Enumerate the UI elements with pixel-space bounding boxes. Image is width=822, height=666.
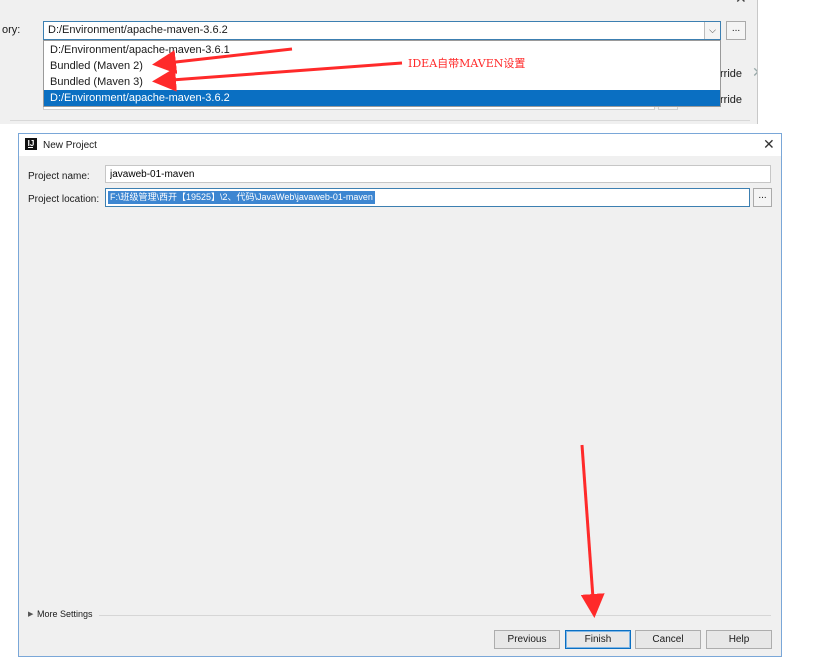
intellij-logo-icon: IJ — [25, 138, 37, 150]
chevron-down-icon[interactable]: ⌵ — [704, 22, 720, 39]
close-icon[interactable]: ✕ — [735, 0, 747, 5]
cancel-button[interactable]: Cancel — [635, 630, 701, 649]
override-checkbox-label[interactable]: rride — [720, 94, 742, 106]
maven-home-browse-button[interactable]: ... — [726, 21, 746, 40]
expand-arrow-icon[interactable]: ▶ — [28, 610, 33, 618]
close-icon: ✕ — [752, 64, 757, 81]
dialog-title: New Project — [43, 140, 97, 151]
new-project-dialog: IJ New Project ✕ Project name: Project l… — [18, 133, 782, 657]
dropdown-item-maven-361[interactable]: D:/Environment/apache-maven-3.6.1 — [44, 42, 720, 58]
finish-button[interactable]: Finish — [565, 630, 631, 649]
maven-home-value: D:/Environment/apache-maven-3.6.2 — [48, 24, 228, 36]
project-location-browse-button[interactable]: ... — [753, 188, 772, 207]
maven-home-combobox[interactable]: D:/Environment/apache-maven-3.6.2 ⌵ — [43, 21, 721, 40]
dropdown-item-maven-362[interactable]: D:/Environment/apache-maven-3.6.2 — [44, 90, 720, 106]
project-location-label: Project location: — [28, 194, 100, 205]
annotation-text: IDEA自带MAVEN设置 — [408, 57, 526, 70]
more-settings-toggle[interactable]: More Settings — [37, 609, 93, 619]
divider — [99, 615, 771, 616]
title-bar: IJ New Project ✕ — [19, 134, 781, 156]
project-location-input[interactable]: F:\班级管理\西开【19525】\2、代码\JavaWeb\javaweb-0… — [105, 188, 750, 207]
project-name-label: Project name: — [28, 171, 90, 182]
help-button[interactable]: Help — [706, 630, 772, 649]
dropdown-item-bundled-maven-3[interactable]: Bundled (Maven 3) — [44, 74, 720, 90]
dropdown-item-bundled-maven-2[interactable]: Bundled (Maven 2) — [44, 58, 720, 74]
close-icon[interactable]: ✕ — [763, 136, 775, 153]
maven-settings-panel: ✕ ory: D:/Environment/apache-maven-3.6.2… — [0, 0, 758, 124]
project-location-value: F:\班级管理\西开【19525】\2、代码\JavaWeb\javaweb-0… — [108, 191, 375, 204]
maven-home-label: ory: — [2, 24, 21, 36]
override-checkbox-label[interactable]: rride — [720, 68, 742, 80]
maven-home-dropdown-list: D:/Environment/apache-maven-3.6.1 Bundle… — [43, 40, 721, 107]
previous-button[interactable]: Previous — [494, 630, 560, 649]
divider — [10, 120, 750, 121]
project-name-input[interactable] — [105, 165, 771, 183]
